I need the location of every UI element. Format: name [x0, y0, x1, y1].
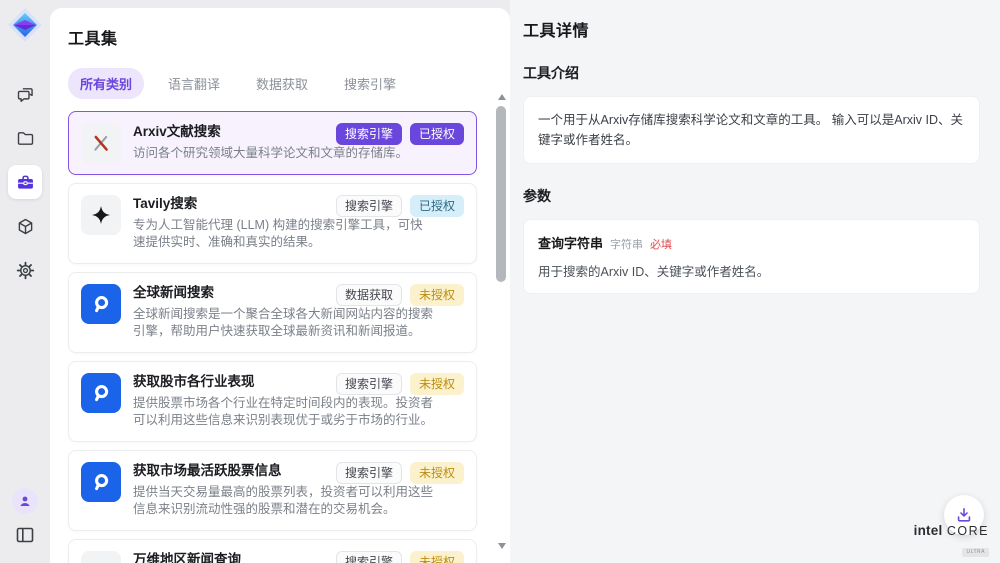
category-badge: 数据获取	[336, 284, 402, 306]
news-search-icon	[81, 373, 121, 413]
auth-status-badge[interactable]: 未授权	[410, 551, 464, 563]
brand-intel: intel	[914, 523, 943, 538]
tool-card-arxiv[interactable]: Arxiv文献搜索 访问各个研究领域大量科学论文和文章的存储库。 搜索引擎 已授…	[68, 111, 477, 175]
tool-description: 全球新闻搜索是一个聚合全球各大新闻网站内容的搜索引擎，帮助用户快速获取全球最新资…	[133, 306, 435, 342]
tool-description: 提供股票市场各个行业在特定时间段内的表现。投资者可以利用这些信息来识别表现优于或…	[133, 395, 435, 431]
detail-title: 工具详情	[523, 17, 980, 41]
chat-icon	[15, 84, 36, 105]
collapse-panel-icon	[13, 523, 37, 547]
auth-status-badge[interactable]: 未授权	[410, 462, 464, 484]
category-badge: 搜索引擎	[336, 551, 402, 563]
list-scrollbar	[496, 92, 507, 551]
auth-status-badge[interactable]: 未授权	[410, 284, 464, 306]
brand-core: CORE	[947, 524, 989, 538]
scrollbar-down-arrow[interactable]	[498, 543, 506, 549]
auth-status-badge[interactable]: 未授权	[410, 373, 464, 395]
auth-status-badge[interactable]: 已授权	[410, 123, 464, 145]
sidebar-bottom	[12, 488, 38, 547]
settings-icon	[15, 260, 36, 281]
category-badge: 搜索引擎	[336, 123, 402, 145]
toolset-panel: 工具集 所有类别 语言翻译 数据获取 搜索引擎 Arxiv文献搜索 访问各个研究…	[50, 8, 510, 563]
app-window: 工具集 所有类别 语言翻译 数据获取 搜索引擎 Arxiv文献搜索 访问各个研究…	[0, 0, 1000, 563]
scrollbar-thumb[interactable]	[496, 106, 506, 282]
tool-list: Arxiv文献搜索 访问各个研究领域大量科学论文和文章的存储库。 搜索引擎 已授…	[68, 111, 477, 563]
tool-card-tavily[interactable]: Tavily搜索 专为人工智能代理 (LLM) 构建的搜索引擎工具，可快速提供实…	[68, 183, 477, 264]
param-card: 查询字符串 字符串 必填 用于搜索的Arxiv ID、关键字或作者姓名。	[523, 219, 980, 294]
sidebar-item-settings[interactable]	[8, 253, 42, 287]
sidebar-item-toolbox[interactable]	[8, 165, 42, 199]
intel-core-logo: intel CORE ultra	[914, 522, 989, 558]
sidebar-item-models[interactable]	[8, 209, 42, 243]
tool-card-regional-news[interactable]: 万维地区新闻查询 查询具体行政区划内的新闻，快速了解各地新闻动 搜索引擎 未授权	[68, 539, 477, 563]
param-required-flag: 必填	[650, 236, 672, 252]
category-tabs: 所有类别 语言翻译 数据获取 搜索引擎	[68, 68, 477, 99]
param-description: 用于搜索的Arxiv ID、关键字或作者姓名。	[538, 261, 965, 280]
intro-text: 一个用于从Arxiv存储库搜索科学论文和文章的工具。 输入可以是Arxiv ID…	[538, 110, 965, 150]
tab-all-categories[interactable]: 所有类别	[68, 68, 144, 99]
tab-translation[interactable]: 语言翻译	[156, 68, 232, 99]
tool-card-active-stocks[interactable]: 获取市场最活跃股票信息 提供当天交易量最高的股票列表，投资者可以利用这些信息来识…	[68, 450, 477, 531]
intro-card: 一个用于从Arxiv存储库搜索科学论文和文章的工具。 输入可以是Arxiv ID…	[523, 96, 980, 164]
page-title: 工具集	[68, 25, 477, 49]
cube-icon	[15, 216, 36, 237]
scrollbar-up-arrow[interactable]	[498, 94, 506, 100]
sidebar-item-chat[interactable]	[8, 77, 42, 111]
intro-heading: 工具介绍	[523, 63, 980, 83]
category-badge: 搜索引擎	[336, 373, 402, 395]
param-name: 查询字符串	[538, 233, 603, 252]
tool-card-global-news[interactable]: 全球新闻搜索 全球新闻搜索是一个聚合全球各大新闻网站内容的搜索引擎，帮助用户快速…	[68, 272, 477, 353]
intel-core-badge: ultra	[962, 548, 989, 557]
folder-icon	[15, 128, 36, 149]
tool-detail-panel: 工具详情 工具介绍 一个用于从Arxiv存储库搜索科学论文和文章的工具。 输入可…	[510, 0, 1000, 563]
newspaper-icon	[81, 551, 121, 563]
news-search-icon	[81, 462, 121, 502]
params-heading: 参数	[523, 186, 980, 206]
app-logo	[7, 7, 43, 43]
news-search-icon	[81, 284, 121, 324]
tool-description: 专为人工智能代理 (LLM) 构建的搜索引擎工具，可快速提供实时、准确和真实的结…	[133, 217, 435, 253]
tool-card-sector-performance[interactable]: 获取股市各行业表现 提供股票市场各个行业在特定时间段内的表现。投资者可以利用这些…	[68, 361, 477, 442]
sidebar-item-files[interactable]	[8, 121, 42, 155]
collapse-panel-button[interactable]	[13, 523, 37, 547]
category-badge: 搜索引擎	[336, 195, 402, 217]
user-avatar[interactable]	[12, 488, 38, 514]
tool-description: 访问各个研究领域大量科学论文和文章的存储库。	[133, 145, 435, 163]
param-type: 字符串	[610, 236, 643, 252]
user-icon	[17, 493, 33, 509]
tab-data-fetch[interactable]: 数据获取	[244, 68, 320, 99]
toolbox-icon	[15, 172, 36, 193]
left-sidebar	[0, 0, 50, 563]
tool-description: 提供当天交易量最高的股票列表，投资者可以利用这些信息来识别流动性强的股票和潜在的…	[133, 484, 435, 520]
sidebar-nav	[8, 77, 42, 287]
category-badge: 搜索引擎	[336, 462, 402, 484]
sparkle-icon	[81, 195, 121, 235]
auth-status-badge[interactable]: 已授权	[410, 195, 464, 217]
tab-search-engine[interactable]: 搜索引擎	[332, 68, 408, 99]
arxiv-icon	[81, 123, 121, 163]
